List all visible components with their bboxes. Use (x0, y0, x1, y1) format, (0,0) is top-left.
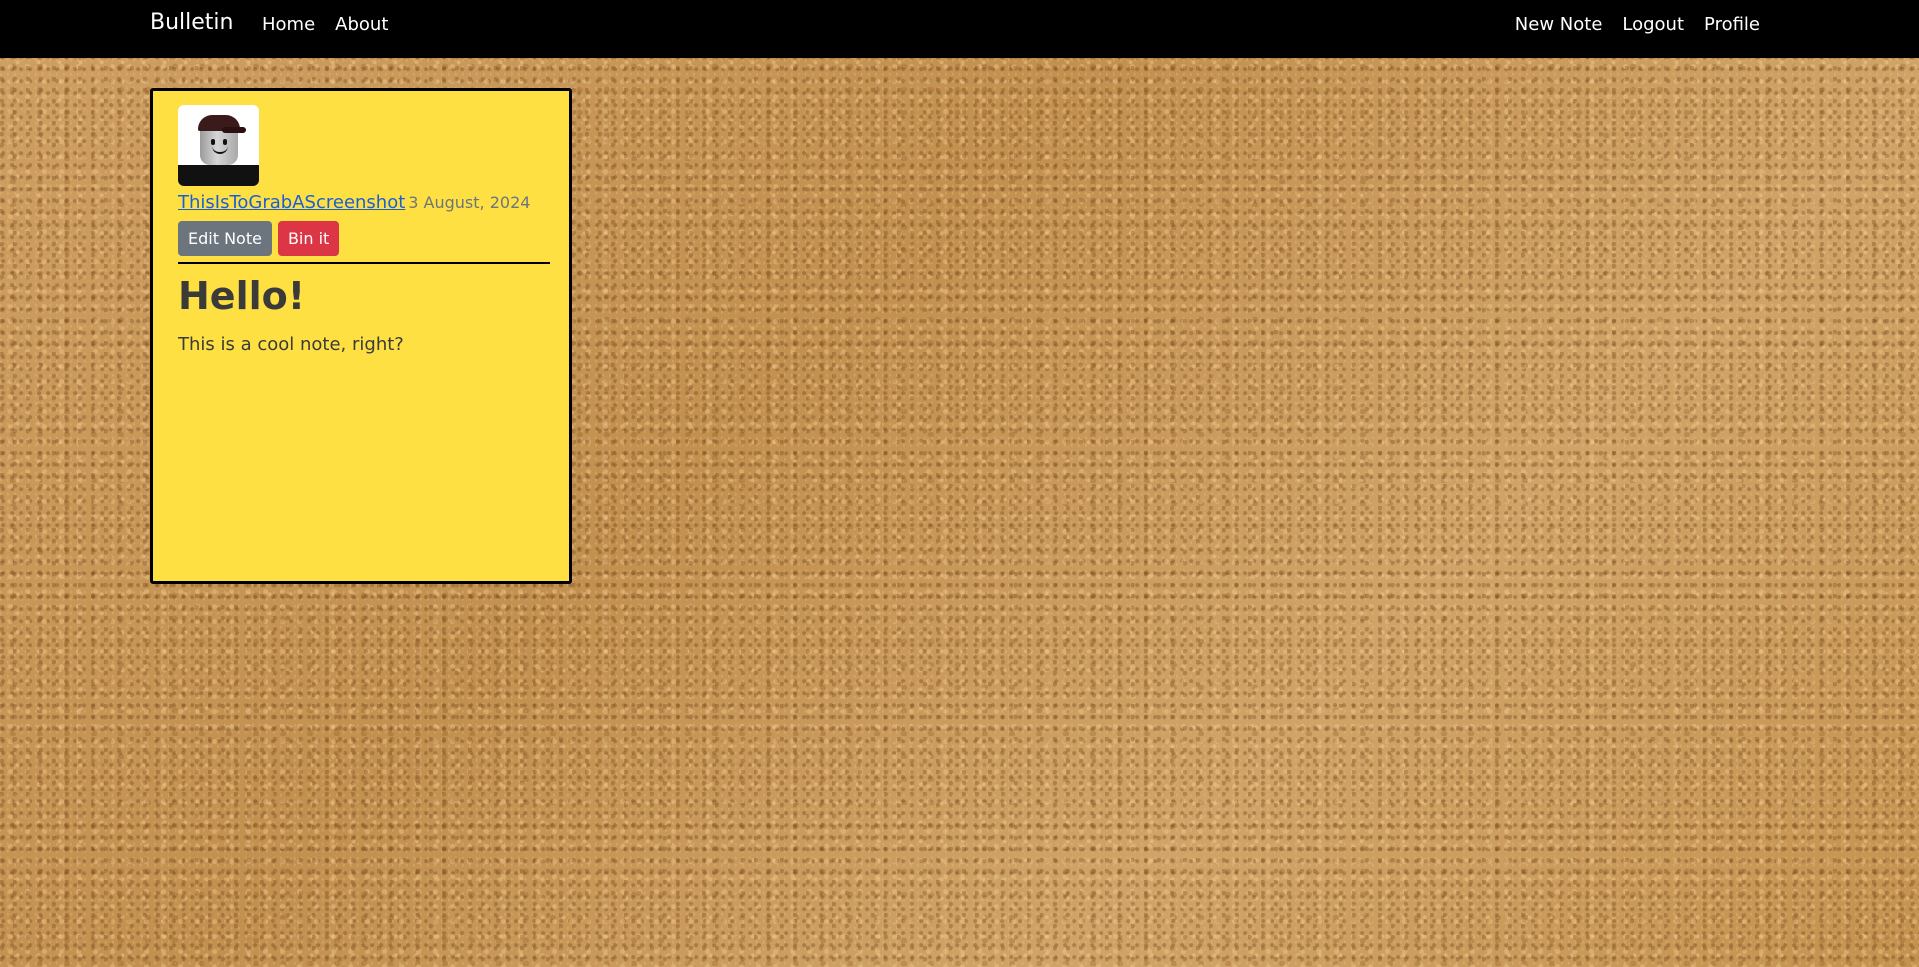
avatar-body (178, 165, 259, 186)
edit-note-button[interactable]: Edit Note (178, 221, 272, 256)
brand-link[interactable]: Bulletin (150, 10, 233, 35)
note-date: 3 August, 2024 (408, 193, 531, 212)
avatar-cap-brim (222, 127, 246, 133)
note-card: ThisIsToGrabAScreenshot 3 August, 2024 Ed… (150, 88, 572, 584)
note-actions: Edit Note Bin it (178, 221, 544, 256)
nav-link-about[interactable]: About (335, 14, 388, 35)
nav-link-profile[interactable]: Profile (1704, 14, 1760, 35)
nav-link-logout[interactable]: Logout (1622, 14, 1684, 35)
note-divider (178, 262, 550, 264)
avatar[interactable] (178, 105, 259, 186)
author-link[interactable]: ThisIsToGrabAScreenshot (178, 192, 405, 213)
top-navbar: Bulletin Home About New Note Logout Prof… (0, 0, 1919, 58)
nav-left-links: Home About (262, 14, 388, 35)
note-body: This is a cool note, right? (178, 334, 404, 355)
note-title: Hello! (178, 274, 306, 318)
note-meta: ThisIsToGrabAScreenshot 3 August, 2024 (178, 192, 544, 213)
bin-it-button[interactable]: Bin it (277, 221, 340, 256)
nav-right-links: New Note Logout Profile (1515, 14, 1760, 35)
nav-link-new-note[interactable]: New Note (1515, 14, 1603, 35)
nav-link-home[interactable]: Home (262, 14, 315, 35)
